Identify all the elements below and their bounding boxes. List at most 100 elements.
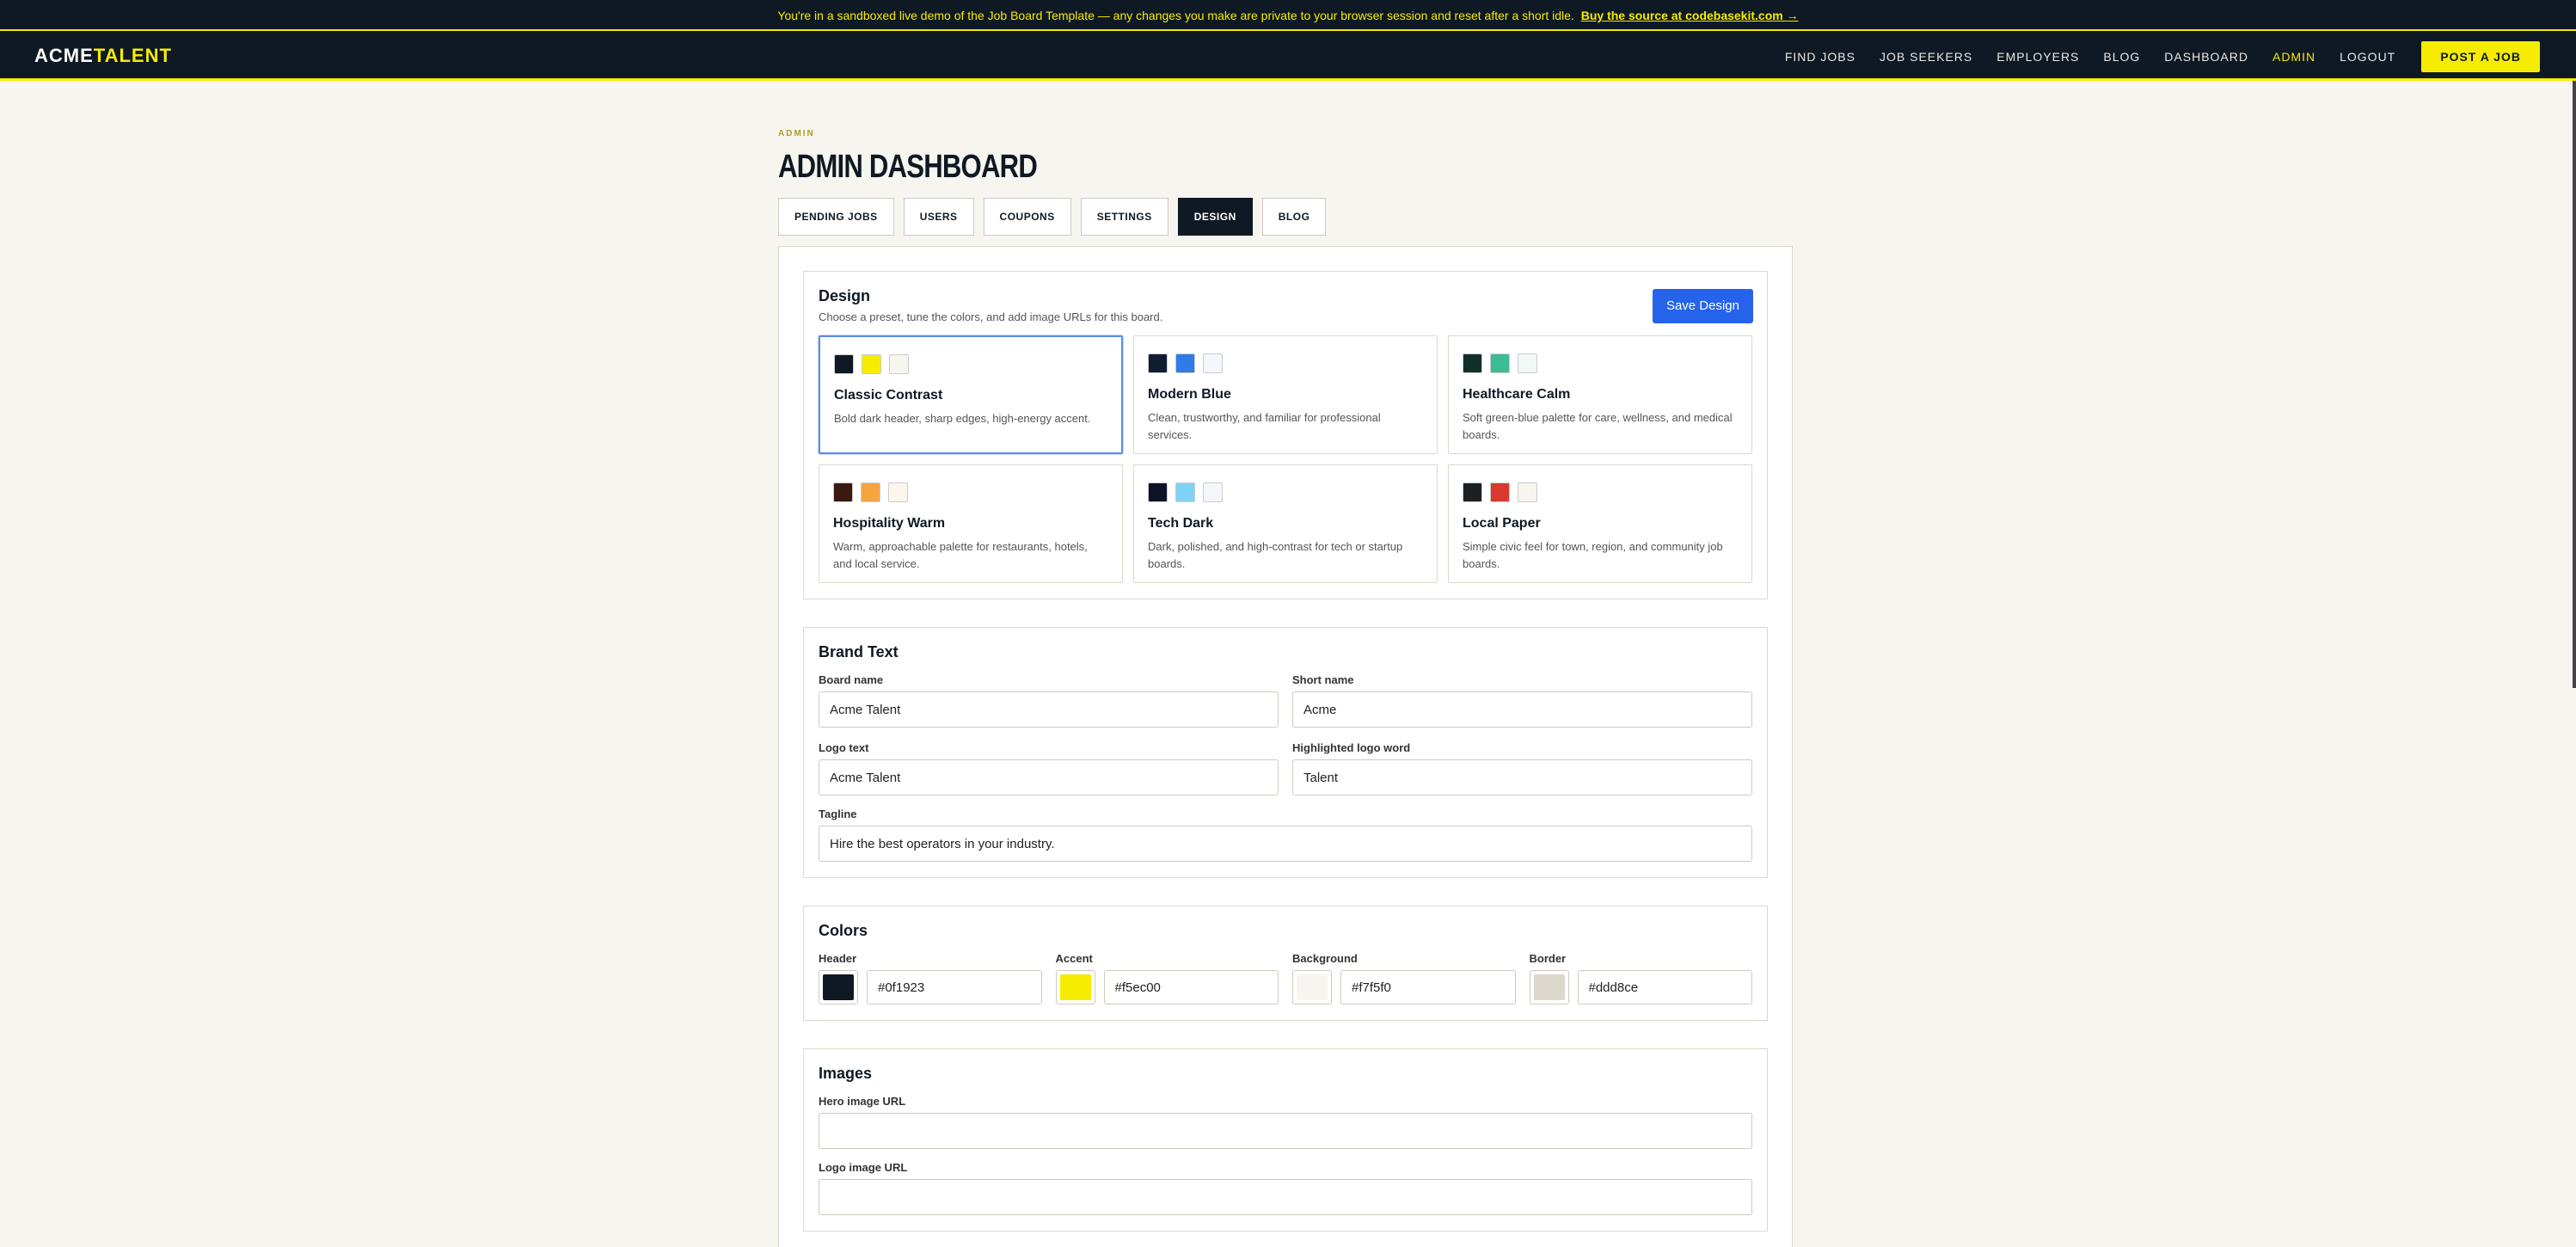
header-color-input[interactable] (867, 970, 1042, 1004)
swatch-icon (888, 482, 908, 502)
logo-text-input[interactable] (819, 759, 1279, 796)
brand-grid: Board name Short name Logo text Highligh… (819, 673, 1752, 796)
brand-text-card: Brand Text Board name Short name Logo te… (803, 627, 1768, 878)
colors-card: Colors Header Accent B (803, 906, 1768, 1021)
buy-source-link[interactable]: Buy the source at codebasekit.com → (1581, 9, 1799, 22)
swatch-icon (1463, 353, 1482, 373)
tab-settings[interactable]: SETTINGS (1080, 198, 1168, 236)
nav-logout[interactable]: LOGOUT (2340, 50, 2395, 64)
logo-text-label: Logo text (819, 741, 869, 754)
tab-blog[interactable]: BLOG (1261, 198, 1327, 236)
preset-description: Simple civic feel for town, region, and … (1463, 540, 1723, 570)
color-row (1529, 970, 1752, 1004)
swatch-icon (834, 354, 854, 374)
nav-job-seekers[interactable]: JOB SEEKERS (1880, 50, 1972, 64)
preset-name: Hospitality Warm (833, 516, 946, 531)
accent-color-picker[interactable] (1055, 970, 1095, 1004)
colors-grid: Header Accent Background (819, 952, 1752, 1004)
preset-swatches (1148, 482, 1423, 502)
design-card: Design Choose a preset, tune the colors,… (803, 271, 1768, 599)
logo-accent-text: TALENT (93, 45, 172, 66)
accent-color-input[interactable] (1103, 970, 1279, 1004)
preset-swatches (834, 354, 1107, 374)
hero-image-input[interactable] (819, 1113, 1752, 1149)
nav-dashboard[interactable]: DASHBOARD (2164, 50, 2248, 64)
swatch-icon (861, 482, 880, 502)
swatch-icon (1175, 353, 1195, 373)
preset-swatches (1148, 353, 1423, 373)
background-color-field: Background (1292, 952, 1516, 1004)
preset-description: Warm, approachable palette for restauran… (833, 540, 1088, 570)
nav-blog[interactable]: BLOG (2103, 50, 2140, 64)
border-color-picker[interactable] (1529, 970, 1569, 1004)
swatch-icon (1203, 353, 1223, 373)
tab-pending-jobs[interactable]: PENDING JOBS (778, 198, 894, 236)
swatch-icon (1175, 482, 1195, 502)
preset-swatches (1463, 353, 1738, 373)
swatch-icon (1148, 353, 1168, 373)
color-row (1055, 970, 1279, 1004)
swatch-icon (1518, 482, 1537, 502)
header-color-label: Header (819, 952, 857, 965)
tagline-field-group: Tagline (819, 808, 1752, 862)
post-job-button[interactable]: POST A JOB (2421, 41, 2540, 72)
logo-image-input[interactable] (819, 1179, 1752, 1215)
preset-name: Classic Contrast (834, 388, 943, 402)
page-eyebrow: ADMIN (778, 129, 815, 138)
board-name-input[interactable] (819, 691, 1279, 728)
demo-banner: You're in a sandboxed live demo of the J… (0, 0, 2576, 31)
preset-swatches (1463, 482, 1738, 502)
nav-admin[interactable]: ADMIN (2272, 50, 2315, 64)
accent-color-label: Accent (1055, 952, 1093, 965)
demo-banner-text: You're in a sandboxed live demo of the J… (777, 9, 1574, 22)
swatch-icon (1490, 482, 1510, 502)
preset-hospitality-warm[interactable]: Hospitality Warm Warm, approachable pale… (819, 464, 1123, 583)
board-name-label: Board name (819, 673, 884, 686)
tab-design[interactable]: DESIGN (1177, 198, 1253, 236)
preset-name: Local Paper (1463, 516, 1541, 531)
short-name-field-group: Short name (1292, 673, 1752, 728)
hero-image-label: Hero image URL (819, 1095, 906, 1108)
header-color-picker[interactable] (819, 970, 858, 1004)
preset-local-paper[interactable]: Local Paper Simple civic feel for town, … (1448, 464, 1752, 583)
background-color-label: Background (1292, 952, 1358, 965)
nav-find-jobs[interactable]: FIND JOBS (1785, 50, 1855, 64)
color-swatch-fill (1059, 974, 1091, 1000)
tagline-input[interactable] (819, 826, 1752, 862)
brand-text-title: Brand Text (819, 643, 899, 660)
preset-description: Clean, trustworthy, and familiar for pro… (1148, 411, 1381, 441)
color-row (1292, 970, 1516, 1004)
short-name-input[interactable] (1292, 691, 1752, 728)
nav-employers[interactable]: EMPLOYERS (1996, 50, 2079, 64)
site-logo[interactable]: ACMETALENT (34, 45, 172, 67)
swatch-icon (862, 354, 881, 374)
preset-description: Bold dark header, sharp edges, high-ener… (834, 412, 1091, 425)
tab-users[interactable]: USERS (903, 198, 974, 236)
border-color-input[interactable] (1577, 970, 1752, 1004)
preset-swatches (833, 482, 1108, 502)
background-color-input[interactable] (1340, 970, 1516, 1004)
logo-main-text: ACME (34, 45, 94, 66)
preset-description: Soft green-blue palette for care, wellne… (1463, 411, 1733, 441)
preset-modern-blue[interactable]: Modern Blue Clean, trustworthy, and fami… (1133, 335, 1438, 454)
swatch-icon (889, 354, 909, 374)
border-color-label: Border (1529, 952, 1567, 965)
preset-healthcare-calm[interactable]: Healthcare Calm Soft green-blue palette … (1448, 335, 1752, 454)
logo-image-field-group: Logo image URL (819, 1161, 1752, 1215)
preset-classic-contrast[interactable]: Classic Contrast Bold dark header, sharp… (819, 335, 1123, 454)
color-swatch-fill (823, 974, 854, 1000)
swatch-icon (1463, 482, 1482, 502)
images-card: Images Hero image URL Logo image URL (803, 1048, 1768, 1232)
save-design-button[interactable]: Save Design (1652, 289, 1753, 323)
preset-tech-dark[interactable]: Tech Dark Dark, polished, and high-contr… (1133, 464, 1438, 583)
highlight-field-group: Highlighted logo word (1292, 741, 1752, 796)
highlight-input[interactable] (1292, 759, 1752, 796)
header-color-field: Header (819, 952, 1042, 1004)
tab-coupons[interactable]: COUPONS (983, 198, 1071, 236)
design-panel: Design Choose a preset, tune the colors,… (778, 246, 1793, 1247)
preset-name: Tech Dark (1148, 516, 1214, 531)
page-scrollbar[interactable] (2573, 81, 2576, 688)
background-color-picker[interactable] (1292, 970, 1332, 1004)
board-name-field-group: Board name (819, 673, 1279, 728)
swatch-icon (1518, 353, 1537, 373)
